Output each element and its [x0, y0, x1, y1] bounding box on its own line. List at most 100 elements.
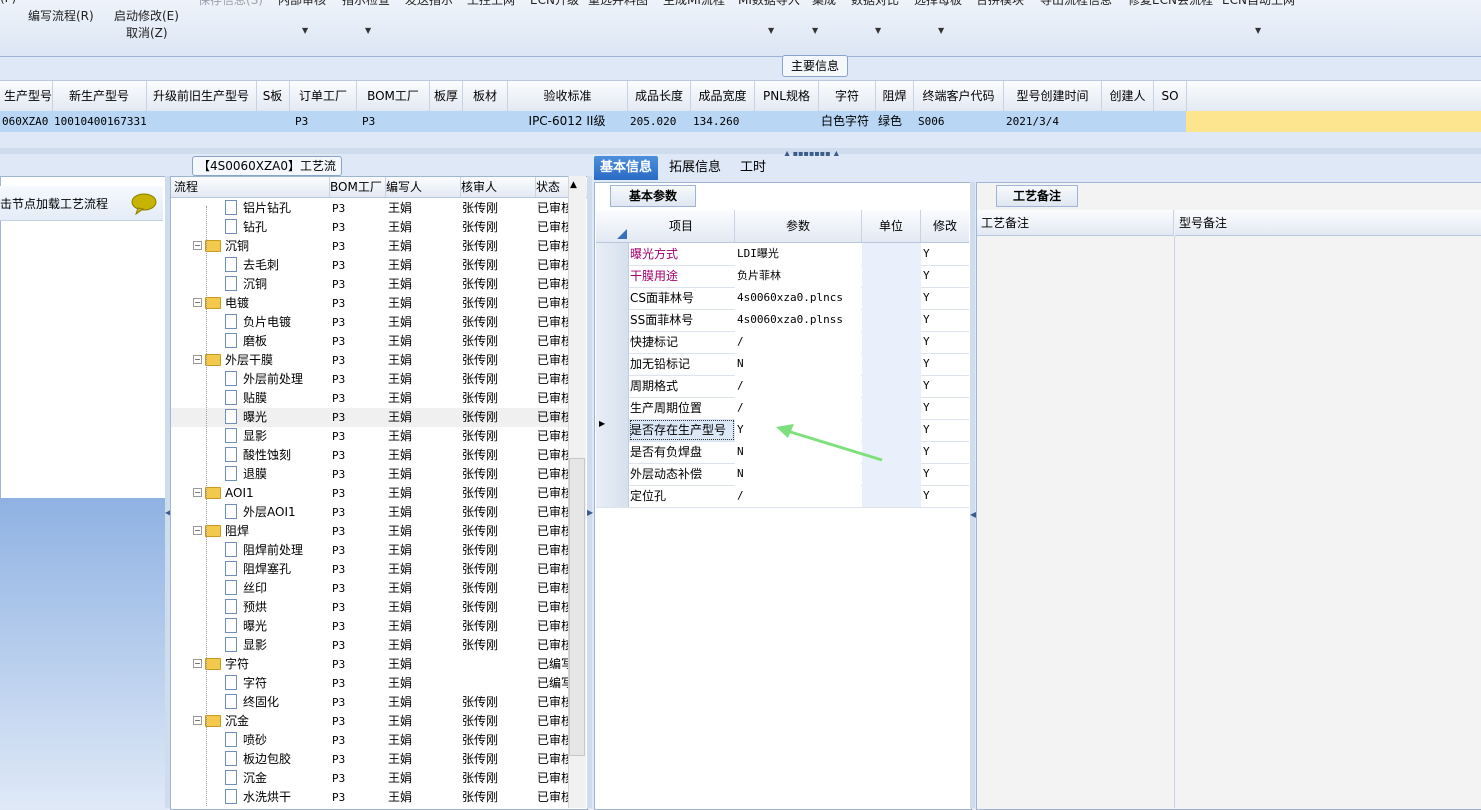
tree-row[interactable]: 字符 P3 王娟 已编写: [171, 674, 569, 693]
cancel-button[interactable]: 取消(Z): [126, 24, 168, 41]
tree-row[interactable]: 丝印 P3 王娟 张传刚 已审核: [171, 579, 569, 598]
toolbar-item-5[interactable]: 工控上网: [467, 0, 515, 8]
speech-bubble-icon[interactable]: [130, 193, 158, 215]
main-info-col-7[interactable]: 板材: [463, 81, 508, 111]
collapse-icon[interactable]: −: [193, 659, 202, 668]
main-info-col-4[interactable]: 订单工厂: [290, 81, 357, 111]
param-row[interactable]: 定位孔 / Y: [596, 485, 969, 508]
collapse-icon[interactable]: −: [193, 716, 202, 725]
toolbar-item-3[interactable]: 指示检查: [342, 0, 390, 8]
tree-row[interactable]: 终固化 P3 王娟 张传刚 已审核: [171, 693, 569, 712]
tree-group-row[interactable]: − 沉铜 P3 王娟 张传刚 已审核: [171, 237, 569, 256]
toolbar-item-0[interactable]: (F): [0, 0, 16, 5]
tree-col-2[interactable]: 编写人: [383, 177, 461, 197]
row-selector[interactable]: [596, 265, 629, 287]
left-node-panel[interactable]: [0, 176, 166, 500]
tree-row[interactable]: 去毛刺 P3 王娟 张传刚 已审核: [171, 256, 569, 275]
row-selector[interactable]: [596, 463, 629, 485]
right-vertical-splitter[interactable]: [970, 182, 975, 808]
toolbar-item-14[interactable]: 导出流程信息: [1040, 0, 1112, 8]
horizontal-splitter[interactable]: [0, 148, 1481, 154]
tree-row[interactable]: 铝片钻孔 P3 王娟 张传刚 已审核: [171, 199, 569, 218]
main-info-highlight-cell[interactable]: [1186, 111, 1481, 132]
tree-row[interactable]: 贴膜 P3 王娟 张传刚 已审核: [171, 389, 569, 408]
dropdown-arrow-icon[interactable]: ▼: [938, 26, 944, 35]
tree-group-row[interactable]: − 外层干膜 P3 王娟 张传刚 已审核: [171, 351, 569, 370]
tree-row[interactable]: 喷砂 P3 王娟 张传刚 已审核: [171, 731, 569, 750]
row-selector[interactable]: ▶: [596, 419, 629, 441]
main-info-col-14[interactable]: 终端客户代码: [914, 81, 1004, 111]
toolbar-item-2[interactable]: 内部审核: [278, 0, 326, 8]
toolbar-item-16[interactable]: ECN自动上网: [1222, 0, 1295, 8]
main-info-col-3[interactable]: S板: [256, 81, 290, 111]
main-info-col-5[interactable]: BOM工厂: [357, 81, 430, 111]
collapse-icon[interactable]: −: [193, 526, 202, 535]
dropdown-arrow-icon[interactable]: ▼: [812, 26, 818, 35]
row-selector[interactable]: [596, 441, 629, 463]
dropdown-arrow-icon[interactable]: ▼: [1255, 26, 1261, 35]
row-selector[interactable]: [596, 397, 629, 419]
collapse-icon[interactable]: −: [193, 355, 202, 364]
main-info-col-15[interactable]: 型号创建时间: [1004, 81, 1102, 111]
main-info-col-16[interactable]: 创建人: [1102, 81, 1154, 111]
toolbar-item-11[interactable]: 数据对比: [851, 0, 899, 8]
main-info-col-2[interactable]: 升级前旧生产型号: [146, 81, 257, 111]
model-notes-textarea[interactable]: [1176, 237, 1481, 808]
tree-col-3[interactable]: 核审人: [458, 177, 536, 197]
tree-group-row[interactable]: − 阻焊 P3 王娟 张传刚 已审核: [171, 522, 569, 541]
param-row[interactable]: 快捷标记 / Y: [596, 331, 969, 354]
toolbar-item-6[interactable]: ECN升级: [530, 0, 579, 8]
main-info-col-9[interactable]: 成品长度: [628, 81, 691, 111]
tree-row[interactable]: 退膜 P3 王娟 张传刚 已审核: [171, 465, 569, 484]
row-selector[interactable]: [596, 375, 629, 397]
tree-group-row[interactable]: − 字符 P3 王娟 已编写: [171, 655, 569, 674]
toolbar-item-10[interactable]: 集成: [812, 0, 836, 8]
tree-row[interactable]: 预烘 P3 王娟 张传刚 已审核: [171, 598, 569, 617]
tree-row[interactable]: 沉金 P3 王娟 张传刚 已审核: [171, 769, 569, 788]
main-info-col-17[interactable]: SO: [1154, 81, 1187, 111]
main-info-col-6[interactable]: 板厚: [430, 81, 463, 111]
main-info-col-12[interactable]: 字符: [819, 81, 876, 111]
tree-row[interactable]: 酸性蚀刻 P3 王娟 张传刚 已审核: [171, 446, 569, 465]
dropdown-arrow-icon[interactable]: ▼: [875, 26, 881, 35]
toolbar-item-15[interactable]: 修复ECN会流程: [1128, 0, 1213, 8]
tree-row[interactable]: 外层前处理 P3 王娟 张传刚 已审核: [171, 370, 569, 389]
process-notes-textarea[interactable]: [977, 237, 1173, 808]
tab-extended-info[interactable]: 拓展信息: [664, 156, 726, 180]
tree-row[interactable]: 沉铜 P3 王娟 张传刚 已审核: [171, 275, 569, 294]
toolbar-item-7[interactable]: 重选并料图: [588, 0, 648, 8]
tree-group-row[interactable]: − AOI1 P3 王娟 张传刚 已审核: [171, 484, 569, 503]
splitter-right-icon[interactable]: ▶: [587, 508, 593, 517]
tree-col-1[interactable]: BOM工厂: [327, 177, 386, 197]
toolbar-item-9[interactable]: MI数据导入: [738, 0, 800, 8]
process-flow-tree[interactable]: 流程BOM工厂编写人核审人状态▲ 铝片钻孔P3王娟张传刚已审核钻孔P3王娟张传刚…: [170, 176, 588, 810]
tree-row[interactable]: 阻焊前处理 P3 王娟 张传刚 已审核: [171, 541, 569, 560]
tree-row[interactable]: 磨板 P3 王娟 张传刚 已审核: [171, 332, 569, 351]
scroll-up-icon[interactable]: ▲: [570, 180, 577, 190]
tree-col-0[interactable]: 流程: [171, 177, 330, 197]
tree-row[interactable]: 钻孔 P3 王娟 张传刚 已审核: [171, 218, 569, 237]
param-row[interactable]: CS面菲林号 4s0060xza0.plncs Y: [596, 287, 969, 310]
select-all-corner-icon[interactable]: [617, 229, 627, 239]
param-row[interactable]: 干膜用途 负片菲林 Y: [596, 265, 969, 288]
tree-row[interactable]: 显影 P3 王娟 张传刚 已审核: [171, 636, 569, 655]
tree-row[interactable]: 板边包胶 P3 王娟 张传刚 已审核: [171, 750, 569, 769]
main-info-col-10[interactable]: 成品宽度: [691, 81, 755, 111]
row-selector[interactable]: [596, 287, 629, 309]
tree-row[interactable]: 负片电镀 P3 王娟 张传刚 已审核: [171, 313, 569, 332]
tree-col-4[interactable]: 状态: [533, 177, 573, 197]
tree-scrollbar-thumb[interactable]: [569, 458, 585, 756]
tree-row[interactable]: 显影 P3 王娟 张传刚 已审核: [171, 427, 569, 446]
tree-group-row[interactable]: − 沉金 P3 王娟 张传刚 已审核: [171, 712, 569, 731]
param-row[interactable]: 周期格式 / Y: [596, 375, 969, 398]
tree-row[interactable]: 阻焊塞孔 P3 王娟 张传刚 已审核: [171, 560, 569, 579]
tree-row[interactable]: 水洗烘干 P3 王娟 张传刚 已审核: [171, 788, 569, 807]
edit-flow-button[interactable]: 编写流程(R): [28, 7, 94, 24]
row-selector[interactable]: [596, 485, 629, 507]
tree-row[interactable]: 曝光 P3 王娟 张传刚 已审核: [171, 408, 569, 427]
collapse-icon[interactable]: −: [193, 241, 202, 250]
toolbar-item-1[interactable]: 保存信息(S): [198, 0, 263, 8]
dropdown-arrow-icon[interactable]: ▼: [768, 26, 774, 35]
param-row[interactable]: 加无铅标记 N Y: [596, 353, 969, 376]
tab-work-hours[interactable]: 工时: [732, 156, 774, 180]
